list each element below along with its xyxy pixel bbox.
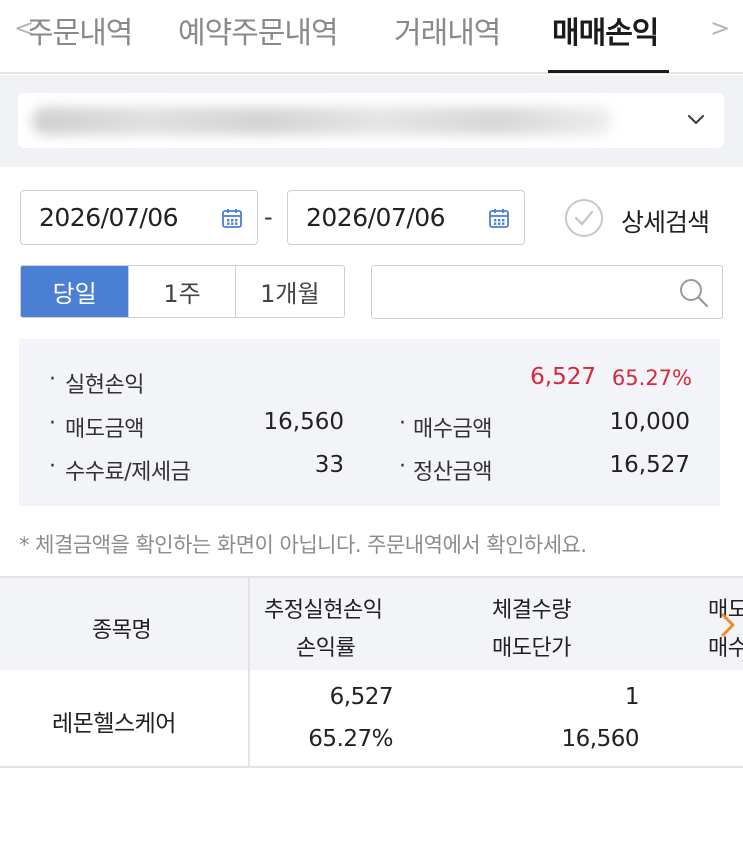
buy-amount-value: 10,000	[609, 409, 690, 435]
account-selector[interactable]	[18, 93, 724, 148]
scroll-right-arrow-icon[interactable]	[718, 612, 738, 638]
fee-tax-label: 수수료/제세금	[65, 460, 191, 485]
stock-search-input[interactable]	[371, 265, 723, 319]
tab-order-history[interactable]: 주문내역	[30, 8, 132, 52]
bullet: ·	[49, 411, 56, 436]
active-tab-indicator	[548, 70, 669, 73]
tab-bar: < 주문내역 예약주문내역 거래내역 매매손익 >	[0, 0, 743, 74]
fee-tax-value: 33	[314, 452, 344, 478]
pl-summary-panel: · 실현손익 6,527 65.27% · 매도금액 16,560 · 매수금액…	[19, 339, 720, 506]
col-header-pl-rate: 손익률	[296, 636, 356, 661]
buy-amount-label: 매수금액	[413, 417, 492, 442]
col-header-est-pl: 추정실현손익	[264, 598, 383, 623]
bullet: ·	[49, 454, 56, 479]
tab-transactions[interactable]: 거래내역	[394, 8, 501, 52]
row-pl-rate: 65.27%	[308, 726, 393, 752]
bullet: ·	[49, 367, 56, 392]
detail-search-label[interactable]: 상세검색	[621, 203, 710, 239]
calendar-icon[interactable]	[488, 207, 510, 229]
end-date-text: 2026/07/06	[306, 203, 446, 232]
table-header: 종목명 추정실현손익 손익률 체결수량 매도단가 매도 매수	[0, 576, 743, 670]
realized-pl-rate: 65.27%	[611, 366, 692, 390]
col-header-sell-price: 매도단가	[492, 636, 571, 661]
account-blurred-value	[32, 107, 612, 135]
sell-amount-value: 16,560	[263, 409, 344, 435]
period-today-button[interactable]: 당일	[21, 266, 130, 317]
bullet: ·	[399, 454, 406, 479]
date-separator: -	[264, 203, 273, 231]
period-1week-button[interactable]: 1주	[129, 266, 236, 317]
search-icon[interactable]	[678, 277, 710, 309]
calendar-icon[interactable]	[221, 207, 243, 229]
tab-reserved-orders[interactable]: 예약주문내역	[178, 8, 339, 52]
period-1month-button[interactable]: 1개월	[236, 266, 344, 317]
settlement-value: 16,527	[609, 452, 690, 478]
row-stock-name: 레몬헬스케어	[52, 711, 176, 737]
start-date-text: 2026/07/06	[39, 203, 179, 232]
settlement-label: 정산금액	[413, 460, 492, 485]
tab-trading-pl[interactable]: 매매손익	[552, 8, 659, 52]
check-circle-icon[interactable]	[564, 198, 604, 238]
table-row[interactable]: 레몬헬스케어 6,527 65.27% 1 16,560	[0, 670, 743, 768]
period-selector: 당일 1주 1개월	[20, 265, 345, 318]
column-divider	[248, 576, 250, 768]
notice-text: * 체결금액을 확인하는 화면이 아닙니다. 주문내역에서 확인하세요.	[19, 533, 587, 557]
chevron-right-icon[interactable]: >	[710, 14, 730, 42]
col-header-qty: 체결수량	[492, 598, 571, 623]
chevron-down-icon	[687, 114, 705, 125]
row-qty: 1	[624, 684, 640, 710]
start-date-field[interactable]: 2026/07/06	[20, 190, 258, 245]
realized-pl-value: 6,527	[530, 364, 596, 390]
bullet: ·	[399, 411, 406, 436]
end-date-field[interactable]: 2026/07/06	[287, 190, 525, 245]
sell-amount-label: 매도금액	[65, 417, 144, 442]
realized-pl-label: 실현손익	[65, 373, 144, 398]
row-est-pl: 6,527	[329, 684, 394, 710]
col-header-name: 종목명	[92, 618, 152, 643]
row-sell-price: 16,560	[561, 726, 640, 752]
